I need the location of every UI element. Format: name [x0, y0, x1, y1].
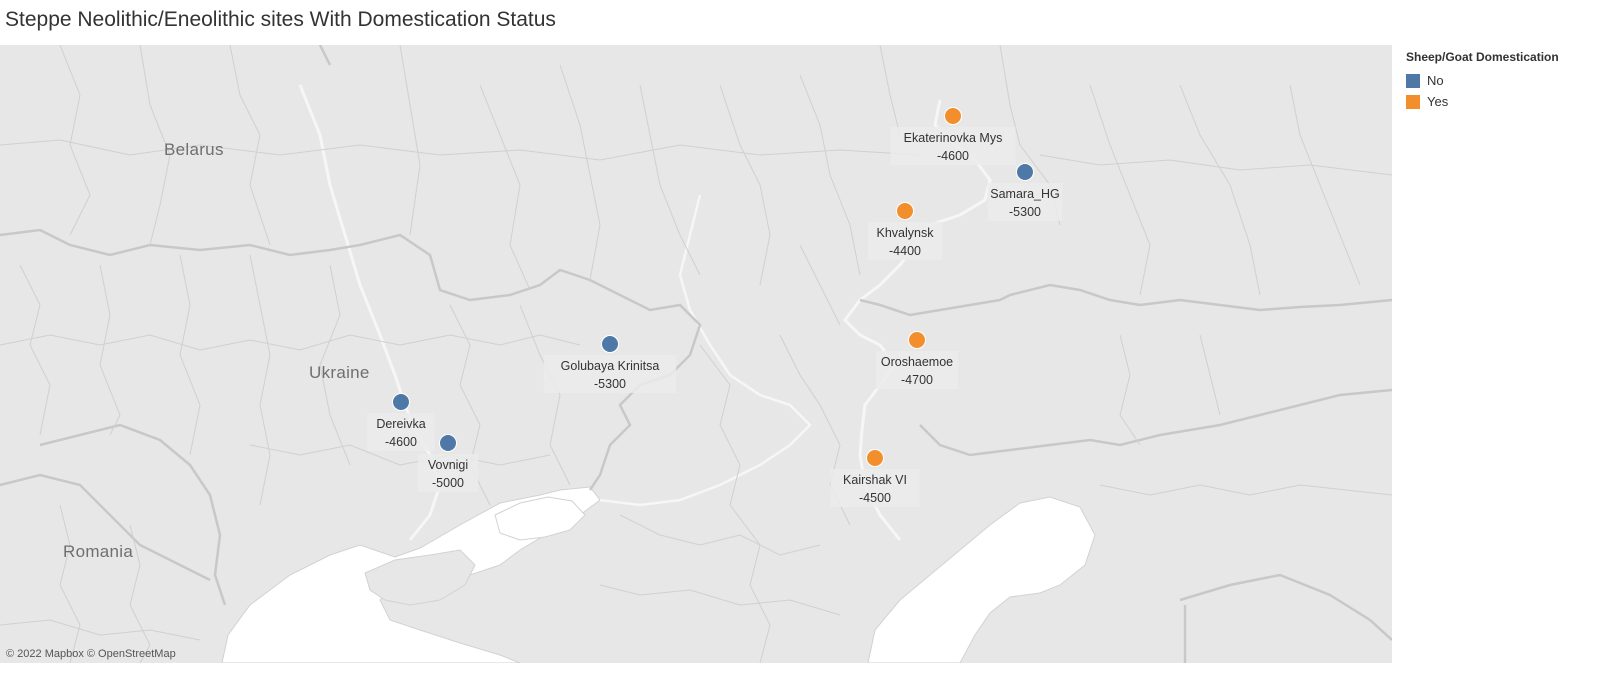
site-name-label: Ekaterinovka Mys — [904, 131, 1003, 145]
land-base — [0, 45, 1392, 663]
site-name-label: Samara_HG — [990, 187, 1059, 201]
site-marker-dot[interactable] — [392, 393, 410, 411]
legend: Sheep/Goat Domestication No Yes — [1406, 50, 1596, 112]
site-date-label: -5000 — [432, 476, 464, 490]
site-name-label: Khvalynsk — [877, 226, 935, 240]
site-date-label: -4600 — [937, 149, 969, 163]
map-canvas[interactable]: Belarus Ukraine Romania Ekaterinovka Mys… — [0, 45, 1392, 663]
page-title: Steppe Neolithic/Eneolithic sites With D… — [5, 8, 556, 31]
site-marker-dot[interactable] — [908, 331, 926, 349]
legend-item-yes[interactable]: Yes — [1406, 91, 1596, 112]
legend-item-no[interactable]: No — [1406, 70, 1596, 91]
site-name-label: Golubaya Krinitsa — [561, 359, 660, 373]
site-marker-dot[interactable] — [896, 202, 914, 220]
site-date-label: -5300 — [1009, 205, 1041, 219]
site-date-label: -5300 — [594, 377, 626, 391]
site-name-label: Vovnigi — [428, 458, 468, 472]
site-marker-dot[interactable] — [601, 335, 619, 353]
legend-swatch-no — [1406, 73, 1420, 88]
site-marker-dot[interactable] — [1016, 163, 1034, 181]
legend-title: Sheep/Goat Domestication — [1406, 50, 1559, 64]
site-name-label: Kairshak VI — [843, 473, 907, 487]
site-date-label: -4500 — [859, 491, 891, 505]
map-attribution[interactable]: © 2022 Mapbox © OpenStreetMap — [6, 648, 176, 660]
site-date-label: -4600 — [385, 435, 417, 449]
site-date-label: -4400 — [889, 244, 921, 258]
site-marker-dot[interactable] — [944, 107, 962, 125]
dashboard: Steppe Neolithic/Eneolithic sites With D… — [0, 0, 1600, 679]
country-label-belarus: Belarus — [164, 140, 224, 159]
country-label-romania: Romania — [63, 542, 133, 561]
legend-swatch-yes — [1406, 94, 1420, 109]
site-marker-dot[interactable] — [439, 434, 457, 452]
legend-label-no: No — [1427, 73, 1444, 88]
site-name-label: Oroshaemoe — [881, 355, 953, 369]
legend-label-yes: Yes — [1427, 94, 1449, 109]
map-view[interactable]: Belarus Ukraine Romania Ekaterinovka Mys… — [0, 45, 1392, 663]
site-date-label: -4700 — [901, 373, 933, 387]
country-label-ukraine: Ukraine — [309, 363, 370, 382]
site-name-label: Dereivka — [376, 417, 425, 431]
site-marker-dot[interactable] — [866, 449, 884, 467]
